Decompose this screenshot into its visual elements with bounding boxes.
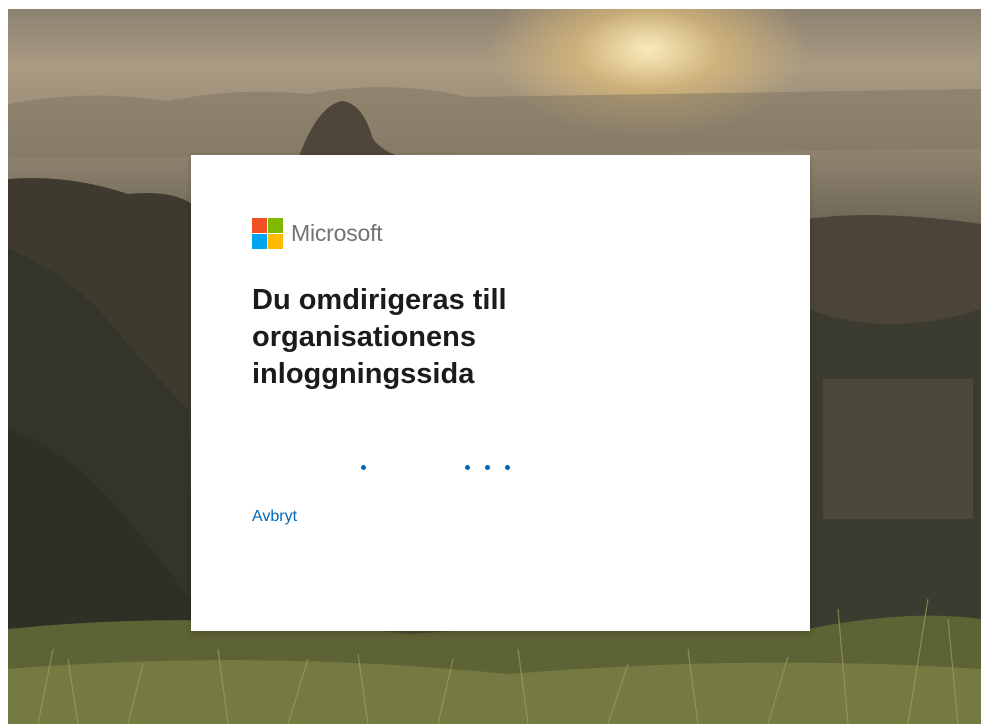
brand-name: Microsoft [291, 220, 383, 246]
page: Microsoft Du omdirigeras till organisati… [0, 0, 981, 724]
logo-square-green [268, 218, 283, 233]
microsoft-logo-icon [252, 218, 283, 249]
progress-dots-indicator [191, 465, 810, 473]
progress-dot-icon [465, 465, 470, 470]
cancel-link[interactable]: Avbryt [252, 508, 297, 526]
progress-dot-icon [361, 465, 366, 470]
microsoft-logo: Microsoft [252, 217, 383, 250]
logo-square-blue [252, 234, 267, 249]
logo-square-red [252, 218, 267, 233]
redirect-dialog-card: Microsoft Du omdirigeras till organisati… [191, 155, 810, 631]
progress-dot-icon [485, 465, 490, 470]
logo-square-yellow [268, 234, 283, 249]
progress-dot-icon [505, 465, 510, 470]
dialog-title: Du omdirigeras till organisationens inlo… [252, 284, 507, 390]
